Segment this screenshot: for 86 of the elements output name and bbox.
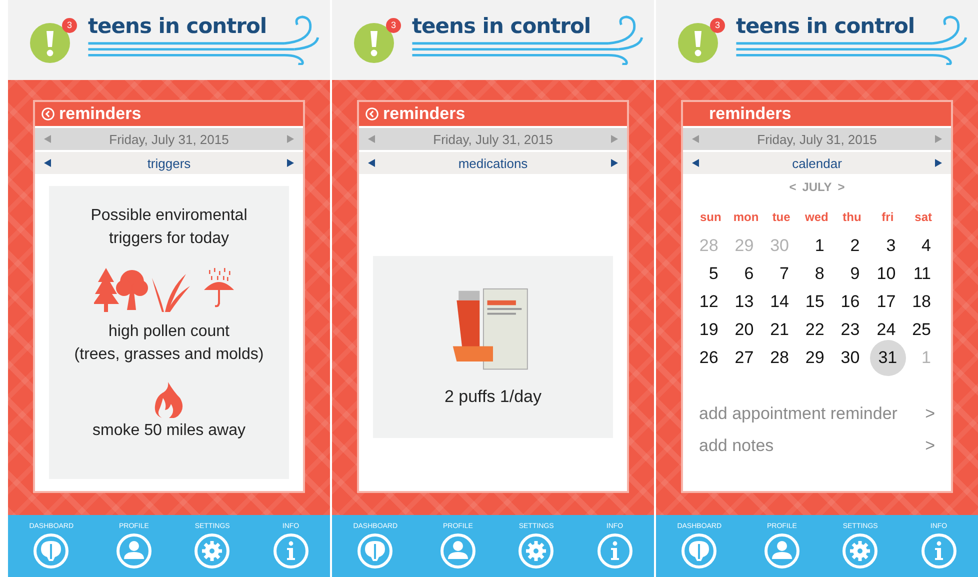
- weekday-label: fri: [880, 210, 895, 226]
- next-category-icon[interactable]: [284, 158, 295, 168]
- info-icon[interactable]: [272, 533, 309, 569]
- person-icon[interactable]: [440, 533, 476, 569]
- weekday-label: tue: [771, 210, 792, 226]
- info-icon[interactable]: [920, 533, 957, 569]
- calendar-day[interactable]: 7: [764, 262, 799, 286]
- previous-day-icon[interactable]: [43, 134, 53, 144]
- previous-day-icon[interactable]: [691, 134, 701, 144]
- previous-category-icon[interactable]: [43, 158, 53, 168]
- alert-icon[interactable]: [678, 23, 718, 63]
- next-category-icon[interactable]: [933, 158, 943, 168]
- weekday-label: mon: [732, 210, 760, 226]
- calendar-day[interactable]: 22: [798, 318, 834, 342]
- calendar-day[interactable]: 12: [693, 290, 728, 314]
- date-label: Friday, July 31, 2015: [433, 132, 553, 146]
- calendar-day[interactable]: 14: [764, 290, 799, 314]
- calendar-day[interactable]: 3: [870, 234, 906, 258]
- calendar-day[interactable]: 6: [728, 262, 764, 286]
- calendar-day[interactable]: 27: [728, 346, 764, 370]
- settings-icon[interactable]: [518, 533, 554, 569]
- person-icon[interactable]: [764, 533, 800, 569]
- calendar-day[interactable]: 24: [870, 318, 906, 342]
- calendar-day[interactable]: 23: [834, 318, 870, 342]
- dose-text: 2 puffs 1/day: [444, 386, 542, 406]
- calendar-day[interactable]: 28: [764, 346, 799, 370]
- next-day-icon[interactable]: [609, 134, 619, 144]
- date-label: Friday, July 31, 2015: [757, 132, 877, 146]
- calendar-day[interactable]: 4: [906, 234, 941, 258]
- pollen-text: (trees, grasses and molds): [74, 345, 264, 365]
- calendar-day[interactable]: 29: [798, 346, 834, 370]
- next-day-icon[interactable]: [933, 134, 943, 144]
- alert-icon[interactable]: [354, 23, 394, 63]
- settings-icon[interactable]: [842, 533, 878, 569]
- calendar-day[interactable]: 18: [906, 290, 941, 314]
- calendar-day[interactable]: 15: [798, 290, 834, 314]
- weekday-label: sun: [698, 210, 722, 226]
- screen-title: reminders: [709, 104, 792, 124]
- triggers-heading: Possible enviromental triggers for today: [90, 206, 248, 249]
- calendar-day[interactable]: 30: [834, 346, 870, 370]
- calendar-day[interactable]: 25: [906, 318, 941, 342]
- calendar-day[interactable]: 9: [834, 262, 870, 286]
- calendar-day[interactable]: 20: [728, 318, 764, 342]
- info-icon[interactable]: [596, 533, 633, 569]
- alert-icon[interactable]: [30, 23, 70, 63]
- category-label: triggers: [147, 156, 191, 170]
- previous-category-icon[interactable]: [367, 158, 377, 168]
- previous-day-icon[interactable]: [367, 134, 377, 144]
- settings-icon[interactable]: [194, 533, 230, 569]
- back-icon[interactable]: [365, 107, 379, 121]
- calendar-day[interactable]: 19: [693, 318, 728, 342]
- brand-name: teens in control: [88, 14, 267, 38]
- previous-category-icon[interactable]: [691, 158, 701, 168]
- category-label: calendar: [792, 156, 842, 170]
- calendar-day[interactable]: 10: [870, 262, 906, 286]
- screen-title: reminders: [383, 104, 466, 124]
- brand-name: teens in control: [412, 14, 591, 38]
- calendar-day[interactable]: 8: [798, 262, 834, 286]
- calendar-day[interactable]: 1: [798, 234, 834, 258]
- brand-name: teens in control: [736, 14, 915, 38]
- calendar-day[interactable]: 11: [906, 262, 941, 286]
- back-icon[interactable]: [41, 107, 55, 121]
- screen-title: reminders: [59, 104, 142, 124]
- person-icon[interactable]: [116, 533, 152, 569]
- pollen-text: high pollen count: [108, 322, 230, 342]
- date-label: Friday, July 31, 2015: [109, 132, 229, 146]
- next-day-icon[interactable]: [285, 134, 295, 144]
- weekday-label: wed: [804, 210, 830, 226]
- notification-badge: 3: [386, 18, 401, 33]
- weekday-label: sat: [914, 210, 933, 226]
- notification-badge: 3: [710, 18, 725, 33]
- calendar-day[interactable]: 31: [870, 340, 906, 376]
- calendar-day[interactable]: 2: [834, 234, 870, 258]
- fire-icon: [154, 382, 184, 418]
- next-category-icon[interactable]: [609, 158, 619, 168]
- notification-badge: 3: [62, 18, 77, 33]
- smoke-text: smoke 50 miles away: [92, 422, 246, 440]
- category-label: medications: [458, 156, 528, 170]
- month-label: JULY: [802, 180, 832, 194]
- calendar-day[interactable]: 13: [728, 290, 764, 314]
- calendar-day[interactable]: 16: [834, 290, 870, 314]
- calendar-day[interactable]: 17: [870, 290, 906, 314]
- calendar-day[interactable]: 21: [764, 318, 799, 342]
- calendar-day[interactable]: 5: [693, 262, 728, 286]
- weekday-label: thu: [842, 210, 862, 226]
- calendar-day[interactable]: 26: [693, 346, 728, 370]
